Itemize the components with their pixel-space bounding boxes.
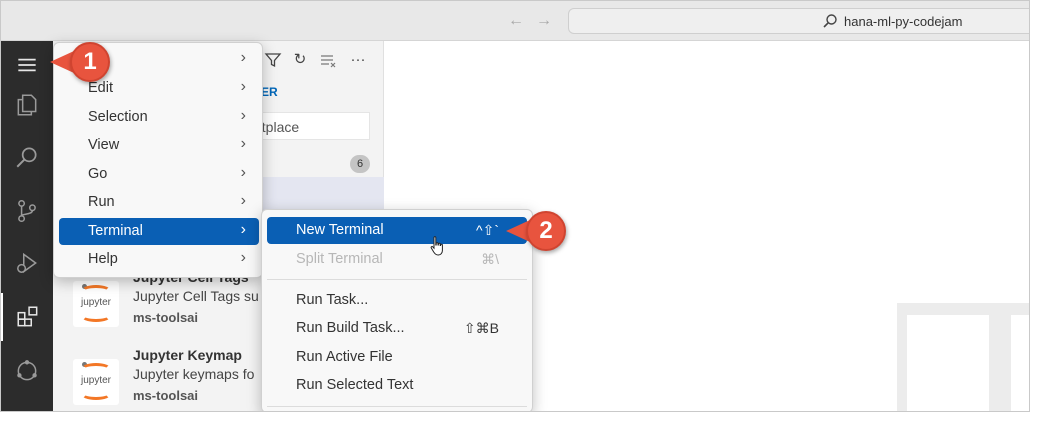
terminal-submenu: New Terminal ^⇧` Split Terminal ⌘\ Run T… xyxy=(261,209,533,411)
remote-explorer-icon[interactable] xyxy=(1,347,53,395)
chevron-right-icon: › xyxy=(240,107,246,124)
submenu-item-run-active-file[interactable]: Run Active File xyxy=(267,344,527,371)
submenu-item-run-task[interactable]: Run Task... xyxy=(267,287,527,314)
chevron-right-icon: › xyxy=(240,249,246,266)
menu-item-go[interactable]: Go › xyxy=(59,161,259,188)
shortcut-label: ^⇧` xyxy=(476,222,499,238)
shortcut-label: ⇧⌘B xyxy=(463,320,499,336)
menu-item-help[interactable]: Help › xyxy=(59,246,259,273)
extensions-search-input[interactable]: etplace xyxy=(251,112,370,140)
search-icon[interactable] xyxy=(1,133,53,181)
menu-item-selection[interactable]: Selection › xyxy=(59,104,259,131)
vscode-window: ← → hana-ml-py-codejam ↻ ··· ER etplace … xyxy=(0,0,1030,412)
source-control-icon[interactable] xyxy=(1,187,53,235)
extension-description: Jupyter Cell Tags su xyxy=(133,288,259,304)
callout-step-1: 1 xyxy=(50,42,116,82)
chevron-right-icon: › xyxy=(240,164,246,181)
shortcut-label: ⌘\ xyxy=(481,251,499,267)
back-arrow-icon[interactable]: ← xyxy=(506,11,526,31)
jupyter-logo-icon: jupyter xyxy=(73,359,119,405)
activity-bar xyxy=(1,41,53,411)
menu-separator xyxy=(267,406,527,407)
menu-item-run[interactable]: Run › xyxy=(59,189,259,216)
hand-pointer-cursor-icon xyxy=(430,236,443,256)
extension-publisher: ms-toolsai xyxy=(133,388,199,403)
submenu-item-new-terminal[interactable]: New Terminal ^⇧` xyxy=(267,217,527,244)
chevron-right-icon: › xyxy=(240,49,246,66)
explorer-icon[interactable] xyxy=(1,81,53,129)
menu-separator xyxy=(267,279,527,280)
refresh-icon[interactable]: ↻ xyxy=(291,51,309,69)
search-icon xyxy=(823,14,837,28)
chevron-right-icon: › xyxy=(240,192,246,209)
count-badge: 6 xyxy=(350,155,370,173)
sidebar-section-link[interactable]: ER xyxy=(261,85,278,99)
menu-item-terminal[interactable]: Terminal › xyxy=(59,218,259,245)
callout-number: 1 xyxy=(70,42,110,82)
submenu-item-split-terminal: Split Terminal ⌘\ xyxy=(296,251,499,267)
filter-icon[interactable] xyxy=(264,51,282,69)
command-center-search[interactable]: hana-ml-py-codejam xyxy=(568,8,1029,34)
selected-extension-row[interactable] xyxy=(253,177,384,213)
callout-number: 2 xyxy=(526,211,566,251)
chevron-right-icon: › xyxy=(240,135,246,152)
extension-name: Jupyter Keymap xyxy=(133,347,242,363)
workspace-name: hana-ml-py-codejam xyxy=(844,14,963,29)
menu-item-view[interactable]: View › xyxy=(59,132,259,159)
title-bar: ← → hana-ml-py-codejam xyxy=(1,1,1029,41)
callout-step-2: 2 xyxy=(506,211,572,251)
extension-publisher: ms-toolsai xyxy=(133,310,199,325)
chevron-right-icon: › xyxy=(240,221,246,238)
clear-extensions-icon[interactable] xyxy=(319,51,337,69)
editor-watermark xyxy=(897,303,1029,411)
forward-arrow-icon[interactable]: → xyxy=(534,11,554,31)
more-actions-icon[interactable]: ··· xyxy=(349,51,367,69)
jupyter-logo-icon: jupyter xyxy=(73,281,119,327)
extension-description: Jupyter keymaps fo xyxy=(133,366,255,382)
chevron-right-icon: › xyxy=(240,78,246,95)
submenu-item-run-build-task[interactable]: Run Build Task... ⇧⌘B xyxy=(267,315,527,342)
submenu-item-run-selected-text[interactable]: Run Selected Text xyxy=(267,372,527,399)
run-debug-icon[interactable] xyxy=(1,239,53,287)
extensions-icon[interactable] xyxy=(1,293,53,341)
